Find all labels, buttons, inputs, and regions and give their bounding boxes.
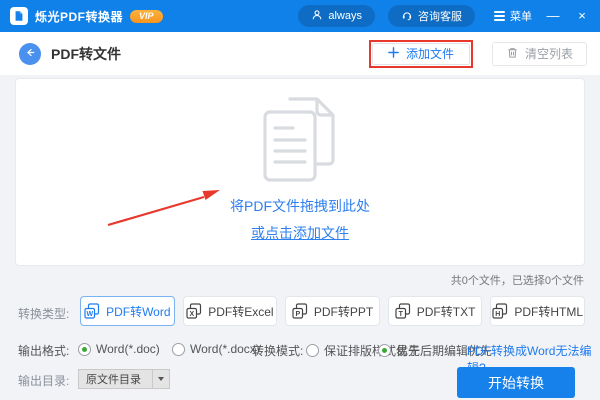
app-title: 烁光PDF转换器 bbox=[35, 9, 124, 24]
titlebar-actions: always 咨询客服 菜单 — × bbox=[298, 0, 590, 32]
documents-icon bbox=[263, 97, 335, 182]
dropzone-click-add-link[interactable]: 或点击添加文件 bbox=[251, 223, 349, 243]
page-header: PDF转文件 添加文件 清空列表 bbox=[0, 32, 600, 75]
back-button[interactable] bbox=[19, 42, 41, 65]
tab-label: PDF转HTML bbox=[514, 304, 583, 319]
start-conversion-button[interactable]: 开始转换 bbox=[457, 367, 575, 398]
tab-pdf-to-excel[interactable]: X PDF转Excel bbox=[182, 296, 278, 326]
svg-text:X: X bbox=[190, 311, 195, 318]
radio-word-docx[interactable]: Word(*.docx) bbox=[172, 342, 260, 356]
trash-icon bbox=[506, 46, 519, 62]
radio-icon bbox=[378, 344, 391, 357]
tab-pdf-to-word[interactable]: W PDF转Word bbox=[80, 296, 175, 326]
radio-label: Word(*.doc) bbox=[96, 342, 160, 356]
output-dir-value: 原文件目录 bbox=[86, 374, 141, 386]
customer-service-button[interactable]: 咨询客服 bbox=[388, 5, 475, 27]
page-title: PDF转文件 bbox=[51, 45, 121, 62]
format-mode-row: 输出格式: Word(*.doc) Word(*.docx) 转换模式: 保证排… bbox=[0, 342, 600, 375]
svg-text:H: H bbox=[496, 311, 501, 318]
pdf-to-excel-icon: X bbox=[186, 303, 202, 319]
clear-list-label: 清空列表 bbox=[524, 47, 573, 61]
pdf-to-html-icon: H bbox=[492, 303, 508, 319]
close-button[interactable]: × bbox=[574, 0, 590, 32]
user-account-button[interactable]: always bbox=[298, 5, 375, 27]
radio-icon bbox=[172, 342, 185, 356]
tab-pdf-to-ppt[interactable]: P PDF转PPT bbox=[285, 296, 380, 326]
customer-service-label: 咨询客服 bbox=[418, 11, 462, 23]
vip-badge: VIP bbox=[130, 9, 163, 23]
svg-text:W: W bbox=[87, 311, 94, 318]
add-file-label: 添加文件 bbox=[405, 47, 454, 61]
radio-icon bbox=[78, 342, 91, 356]
chevron-down-icon bbox=[152, 370, 169, 388]
conversion-type-row: 转换类型: W PDF转Word X PDF转Excel P PDF转PPT T… bbox=[0, 296, 600, 326]
dropzone-hint-text: 将PDF文件拖拽到此处 bbox=[230, 198, 370, 214]
radio-label: Word(*.docx) bbox=[190, 342, 260, 356]
file-drop-zone[interactable]: 将PDF文件拖拽到此处 或点击添加文件 bbox=[15, 78, 585, 266]
output-dir-label: 输出目录: bbox=[18, 374, 70, 388]
pdf-to-ppt-icon: P bbox=[292, 303, 307, 319]
tab-label: PDF转Excel bbox=[208, 304, 274, 319]
svg-text:P: P bbox=[295, 311, 300, 318]
radio-word-doc[interactable]: Word(*.doc) bbox=[78, 342, 160, 356]
conversion-type-label: 转换类型: bbox=[18, 307, 70, 321]
file-count-status: 共0个文件，已选择0个文件 bbox=[450, 275, 584, 287]
output-dir-select[interactable]: 原文件目录 bbox=[78, 369, 170, 389]
user-icon bbox=[311, 9, 323, 24]
tab-label: PDF转Word bbox=[106, 304, 171, 319]
conversion-mode-label: 转换模式: bbox=[252, 344, 304, 358]
hamburger-icon bbox=[494, 11, 505, 21]
headset-icon bbox=[401, 9, 413, 24]
user-name-label: always bbox=[328, 10, 362, 22]
titlebar: 烁光PDF转换器 VIP always 咨询客服 菜单 — × bbox=[0, 0, 600, 32]
plus-icon bbox=[388, 46, 399, 61]
clear-list-button[interactable]: 清空列表 bbox=[491, 41, 587, 66]
tab-label: PDF转PPT bbox=[313, 304, 374, 319]
tab-pdf-to-txt[interactable]: T PDF转TXT bbox=[387, 296, 483, 326]
pdf-converter-window: 烁光PDF转换器 VIP always 咨询客服 菜单 — × PDF转文件 添… bbox=[0, 0, 600, 400]
pdf-to-word-icon: W bbox=[84, 303, 100, 319]
svg-text:T: T bbox=[398, 311, 403, 318]
output-format-label: 输出格式: bbox=[18, 344, 70, 358]
tab-label: PDF转TXT bbox=[416, 304, 476, 319]
radio-icon bbox=[306, 344, 319, 357]
add-file-button[interactable]: 添加文件 bbox=[371, 42, 470, 65]
menu-label: 菜单 bbox=[510, 11, 532, 23]
menu-button[interactable]: 菜单 bbox=[494, 8, 532, 24]
app-logo-icon bbox=[10, 7, 28, 25]
annotation-highlight-box: 添加文件 bbox=[368, 39, 473, 68]
back-arrow-icon bbox=[24, 46, 37, 62]
tab-pdf-to-html[interactable]: H PDF转HTML bbox=[490, 296, 585, 326]
minimize-button[interactable]: — bbox=[545, 0, 561, 32]
pdf-to-txt-icon: T bbox=[395, 303, 410, 319]
conversion-type-buttons: W PDF转Word X PDF转Excel P PDF转PPT T PDF转T… bbox=[80, 296, 585, 326]
